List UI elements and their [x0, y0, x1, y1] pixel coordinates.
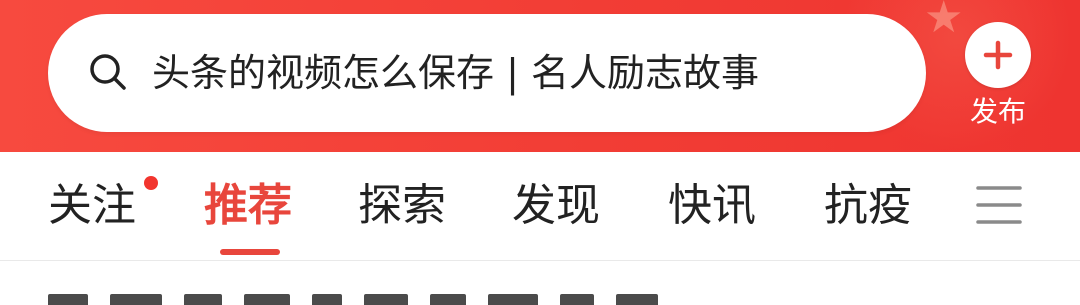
star-decoration-icon: ★: [924, 0, 964, 43]
publish-button[interactable]: 发布: [962, 18, 1034, 130]
channel-tabs: 关注 推荐 探索 发现 快讯 抗疫: [0, 152, 1080, 261]
notification-dot: [144, 176, 158, 190]
tab-recommend[interactable]: 推荐: [204, 178, 292, 234]
tab-news-flash[interactable]: 快讯: [668, 178, 756, 234]
search-icon: [88, 52, 128, 92]
tab-explore[interactable]: 探索: [358, 178, 446, 234]
active-tab-indicator: [220, 249, 280, 255]
feed-headline-peek: [48, 292, 748, 305]
publish-label: 发布: [969, 95, 1026, 128]
menu-icon[interactable]: [976, 182, 1022, 228]
top-header: ★ 头条的视频怎么保存 | 名人励志故事 发布: [0, 0, 1080, 152]
tab-discover[interactable]: 发现: [512, 178, 600, 234]
search-suggestion-text[interactable]: 头条的视频怎么保存 | 名人励志故事: [152, 45, 858, 101]
tab-follow[interactable]: 关注: [48, 178, 136, 234]
plus-icon: [965, 22, 1031, 88]
tab-anti-epidemic[interactable]: 抗疫: [824, 178, 912, 234]
